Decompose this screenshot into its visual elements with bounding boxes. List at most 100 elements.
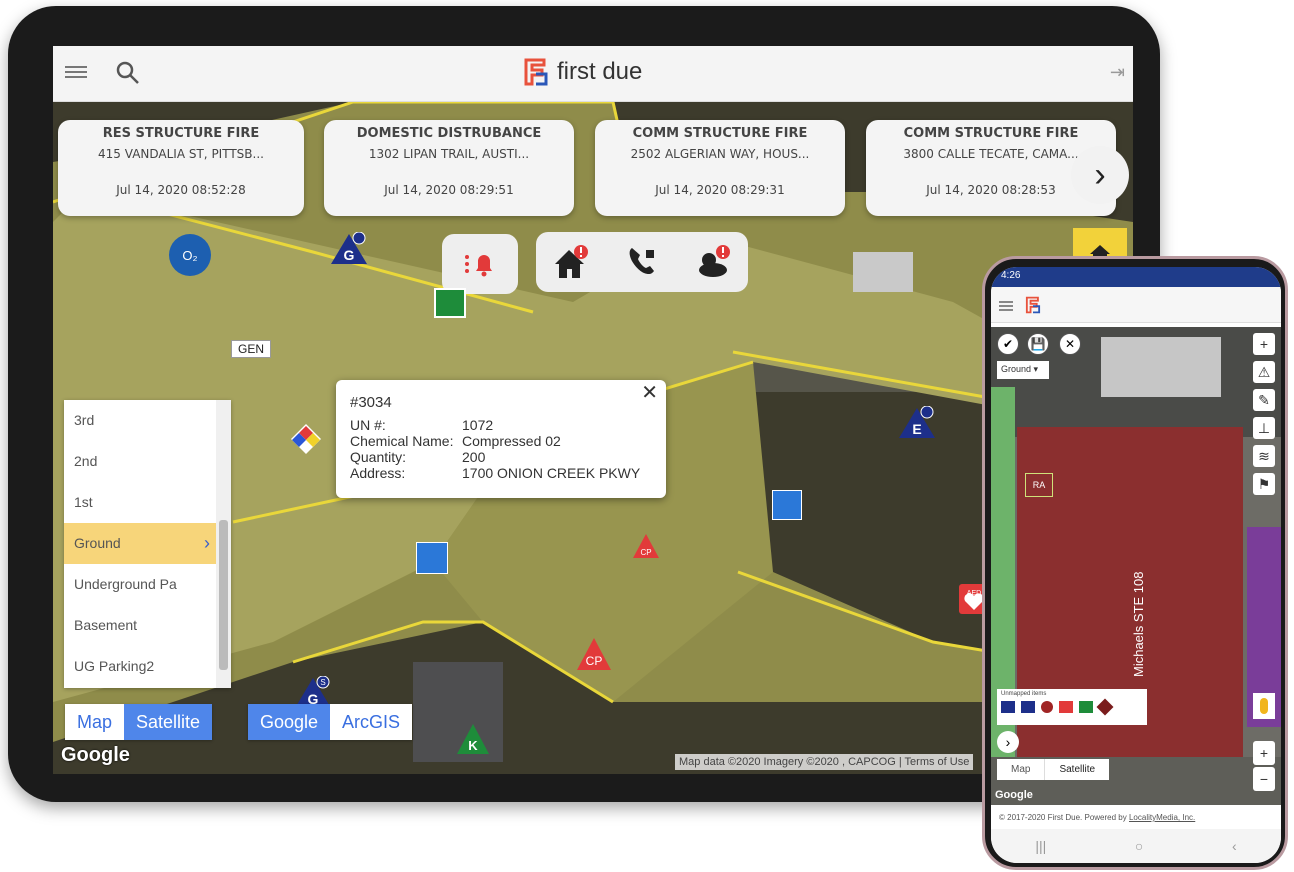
next-incidents-button[interactable]: › <box>1071 146 1129 204</box>
unmapped-marker-icon[interactable] <box>1021 701 1035 713</box>
popup-title: #3034 <box>350 394 392 411</box>
home-circle-icon[interactable]: ○ <box>1135 838 1143 854</box>
floor-option[interactable]: 3rd <box>64 400 216 441</box>
flag-icon[interactable]: ⚑ <box>1253 473 1275 495</box>
search-icon[interactable] <box>115 60 141 86</box>
warning-icon[interactable]: ⚠ <box>1253 361 1275 383</box>
phone-floor-select[interactable]: Ground ▾ <box>997 361 1049 379</box>
chevron-right-icon: › <box>204 533 210 553</box>
confirm-button[interactable]: ✔ <box>997 333 1019 355</box>
logout-icon[interactable]: ⇥ <box>1110 62 1125 83</box>
restroom-icon[interactable] <box>416 542 448 574</box>
map-type-satellite-button[interactable]: Satellite <box>124 704 213 740</box>
unmapped-marker-icon[interactable] <box>1001 701 1015 713</box>
floor-option[interactable]: UG Parking2 <box>64 646 216 687</box>
incident-card[interactable]: COMM STRUCTURE FIRE 2502 ALGERIAN WAY, H… <box>595 120 845 216</box>
incident-datetime: Jul 14, 2020 08:29:51 <box>384 183 514 197</box>
map-provider-toggle: Google ArcGIS <box>248 704 413 740</box>
popup-value: 200 <box>462 449 486 465</box>
zoom-in-button[interactable]: + <box>1253 741 1275 765</box>
hierarchy-icon[interactable]: ⊥ <box>1253 417 1275 439</box>
status-time: 4:26 <box>1001 270 1021 281</box>
add-marker-button[interactable]: + <box>1253 333 1275 355</box>
control-panel-marker-icon[interactable]: CP <box>631 532 661 560</box>
back-icon[interactable]: ‹ <box>1232 838 1237 854</box>
unmapped-items-title: Unmapped items <box>1001 691 1047 697</box>
incident-datetime: Jul 14, 2020 08:29:31 <box>655 183 785 197</box>
save-button[interactable]: 💾 <box>1027 333 1049 355</box>
satellite-map[interactable]: RES STRUCTURE FIRE 415 VANDALIA ST, PITT… <box>53 102 1133 774</box>
hazmat-diamond-icon[interactable] <box>289 422 323 456</box>
floor-option[interactable]: Basement <box>64 605 216 646</box>
hazmat-info-popup: #3034 ✕ UN #: 1072 Chemical Name: Compress… <box>336 380 666 498</box>
provider-arcgis-button[interactable]: ArcGIS <box>330 704 413 740</box>
status-bar: 4:26 <box>991 267 1281 287</box>
marker-k-text: K <box>468 738 478 753</box>
first-due-logo-icon <box>524 58 548 86</box>
incident-card[interactable]: DOMESTIC DISTRUBANCE 1302 LIPAN TRAIL, A… <box>324 120 574 216</box>
oxygen-tank-icon[interactable]: O₂ <box>169 234 211 276</box>
google-logo: Google <box>61 744 130 766</box>
marker-cp-text: CP <box>640 548 651 557</box>
phone-footer: © 2017-2020 First Due. Powered by Locali… <box>991 805 1281 831</box>
unmapped-marker-icon[interactable] <box>1096 698 1114 716</box>
street-view-pegman-icon[interactable] <box>1253 693 1275 719</box>
phone-app-header <box>991 287 1281 323</box>
provider-google-button[interactable]: Google <box>248 704 331 740</box>
incident-address: 415 VANDALIA ST, PITTSB... <box>98 147 264 161</box>
floor-option[interactable]: Underground Pa <box>64 564 216 605</box>
quick-actions-bar <box>536 232 748 292</box>
hamburger-menu-icon[interactable] <box>65 63 87 81</box>
close-button[interactable]: ✕ <box>1059 333 1081 355</box>
elevator-marker-icon[interactable]: E <box>897 406 937 440</box>
knox-box-marker-icon[interactable]: K <box>455 722 491 756</box>
incident-address: 1302 LIPAN TRAIL, AUSTI... <box>368 147 530 161</box>
floor-option-selected[interactable]: Ground › <box>64 523 216 564</box>
zoom-out-button[interactable]: − <box>1253 767 1275 791</box>
building-label: Michaels STE 108 <box>1131 571 1146 678</box>
restroom-icon[interactable] <box>772 490 802 520</box>
alert-button[interactable] <box>442 234 518 294</box>
map-type-toggle: Map Satellite <box>65 704 213 740</box>
floor-selector: 3rd 2nd 1st Ground › Underground Pa Basem… <box>64 400 231 688</box>
marker-ra[interactable]: RA <box>1025 473 1053 497</box>
popup-label: Chemical Name: <box>350 433 454 449</box>
incident-card[interactable]: RES STRUCTURE FIRE 415 VANDALIA ST, PITT… <box>58 120 304 216</box>
floor-scrollbar[interactable] <box>216 400 231 688</box>
recent-apps-icon[interactable]: ||| <box>1035 838 1046 854</box>
brand-name: first due <box>557 58 643 85</box>
footer-text: © 2017-2020 First Due. Powered by <box>999 813 1127 822</box>
incident-type: RES STRUCTURE FIRE <box>102 126 260 141</box>
pencil-icon[interactable]: ✎ <box>1253 389 1275 411</box>
stairs-icon[interactable] <box>434 288 466 318</box>
phone-device: 4:26 ✔ 💾 ✕ Ground ▾ + ⚠ ✎ ⊥ ≋ ⚑ RA Micha… <box>982 256 1288 870</box>
tablet-screen: first due ⇥ RES STRUCTURE FIRE 415 VANDA… <box>53 46 1133 774</box>
phone-call-icon[interactable] <box>622 242 662 282</box>
incident-datetime: Jul 14, 2020 08:52:28 <box>116 183 246 197</box>
marker-e-text: E <box>912 421 921 437</box>
unmapped-marker-icon[interactable] <box>1041 701 1053 713</box>
unmapped-marker-icon[interactable] <box>1059 701 1073 713</box>
phone-satellite-map[interactable]: ✔ 💾 ✕ Ground ▾ + ⚠ ✎ ⊥ ≋ ⚑ RA Michaels S… <box>991 327 1281 805</box>
generator-label[interactable]: GEN <box>231 340 272 358</box>
close-icon[interactable]: ✕ <box>641 380 658 405</box>
marker-g-text: G <box>344 247 355 263</box>
expand-panel-button[interactable]: › <box>997 731 1019 753</box>
layers-icon[interactable]: ≋ <box>1253 445 1275 467</box>
map-type-map-button[interactable]: Map <box>65 704 125 740</box>
popup-value: 1072 <box>462 417 494 433</box>
map-type-satellite-button[interactable]: Satellite <box>1044 759 1110 780</box>
floor-option[interactable]: 2nd <box>64 441 216 482</box>
weather-alert-icon[interactable] <box>693 242 733 282</box>
hamburger-menu-icon[interactable] <box>999 299 1013 313</box>
unmapped-items-list <box>1001 698 1143 716</box>
gas-shutoff-marker-icon[interactable]: G <box>329 232 369 266</box>
marker-s-text: S <box>320 678 325 687</box>
unmapped-marker-icon[interactable] <box>1079 701 1093 713</box>
map-type-map-button[interactable]: Map <box>997 759 1045 780</box>
structure-alert-icon[interactable] <box>551 242 591 282</box>
map-attribution[interactable]: Map data ©2020 Imagery ©2020 , CAPCOG | … <box>675 754 974 770</box>
floor-option[interactable]: 1st <box>64 482 216 523</box>
control-panel-marker-icon[interactable]: CP <box>575 636 613 672</box>
footer-link[interactable]: LocalityMedia, Inc. <box>1129 813 1195 822</box>
